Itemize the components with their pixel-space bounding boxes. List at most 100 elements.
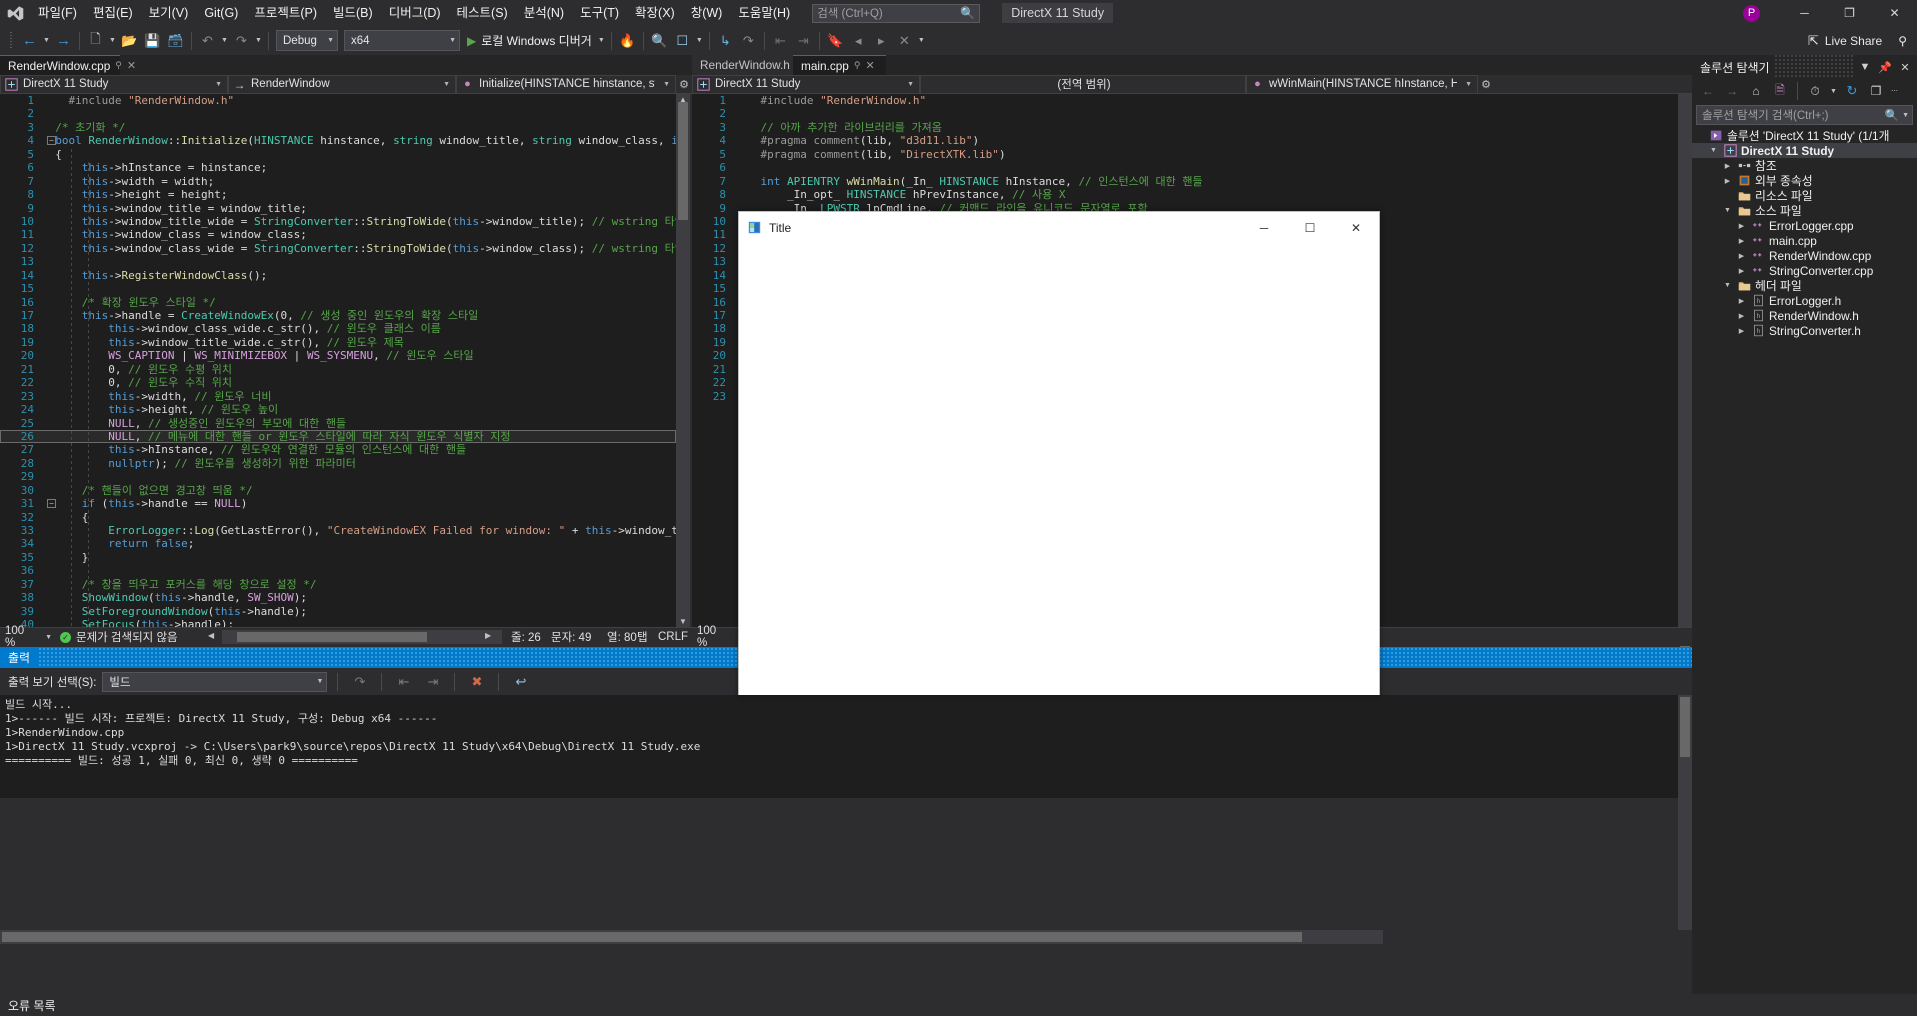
close-icon[interactable]: ✕ (865, 59, 874, 72)
error-list-tab[interactable]: 오류 목록 (0, 994, 1917, 1016)
tab-renderwindow-h[interactable]: RenderWindow.h (692, 55, 793, 75)
outdent-icon[interactable]: ⇤ (769, 29, 792, 52)
code-line[interactable]: 25 NULL, // 생성중인 윈도우의 부모에 대한 핸들 (0, 417, 676, 430)
history-icon[interactable]: ⏱ (1804, 81, 1826, 101)
pin-icon[interactable]: 📌 (1877, 61, 1893, 74)
overflow-icon[interactable]: ⋯ (1889, 80, 1900, 103)
code-line[interactable]: 4 bool RenderWindow::Initialize(HINSTANC… (0, 134, 676, 147)
output-panel-content[interactable]: 빌드 시작... 1>------ 빌드 시작: 프로젝트: DirectX 11… (0, 695, 1692, 798)
code-line[interactable]: 5 { (0, 148, 676, 161)
jump-to-icon[interactable]: ↷ (348, 670, 371, 693)
code-line[interactable]: 13 (0, 255, 676, 268)
bookmark-icon[interactable]: 🔖 (824, 29, 847, 52)
code-line[interactable]: 26 NULL, // 메뉴에 대한 핸들 or 윈도우 스타일에 따라 자식 … (0, 429, 676, 444)
chevron-down-icon[interactable]: ▼ (1722, 282, 1733, 289)
solution-tree-item[interactable]: ▶ h ErrorLogger.h (1692, 293, 1917, 308)
code-line[interactable]: 8 _In_opt_ HINSTANCE hPrevInstance, // 사… (692, 188, 1692, 201)
indent-icon[interactable]: ⇥ (792, 29, 815, 52)
nav-class-select[interactable]: → RenderWindow ▼ (228, 74, 456, 94)
prev-bookmark-icon[interactable]: ◂ (847, 29, 870, 52)
pin-icon[interactable]: ⚲ (115, 60, 122, 71)
nav-scope-select[interactable]: (전역 범위) (920, 74, 1246, 94)
app-maximize-button[interactable]: ☐ (1287, 212, 1333, 243)
zoom-level-select[interactable]: 100 % ▼ (692, 625, 744, 649)
next-icon[interactable]: ⇥ (421, 670, 444, 693)
chevron-right-icon[interactable]: ▶ (1736, 252, 1747, 260)
next-bookmark-icon[interactable]: ▸ (870, 29, 893, 52)
code-line[interactable]: 18 this->window_class_wide.c_str(), // 윈… (0, 322, 676, 335)
code-line[interactable]: 3 /* 초기화 */ (0, 121, 676, 134)
step-into-icon[interactable]: ↳ (714, 29, 737, 52)
code-line[interactable]: 4 #pragma comment(lib, "d3d11.lib") (692, 134, 1692, 147)
directx-app-window[interactable]: Title ─ ☐ ✕ (738, 211, 1380, 695)
solution-explorer-search-input[interactable]: 솔루션 탐색기 검색(Ctrl+;) 🔍 ▼ (1696, 105, 1913, 125)
output-source-select[interactable]: 빌드 ▼ (102, 671, 328, 692)
open-file-icon[interactable]: 📂 (118, 29, 141, 52)
solution-tree-item[interactable]: ▼ 헤더 파일 (1692, 278, 1917, 293)
select-startup-item-dropdown-icon[interactable]: ▼ (694, 29, 705, 52)
output-vertical-scrollbar[interactable] (1678, 695, 1692, 930)
window-close-button[interactable]: ✕ (1872, 0, 1917, 26)
code-line[interactable]: 12 this->window_class_wide = StringConve… (0, 242, 676, 255)
split-window-icon[interactable]: ⚙ (676, 75, 692, 94)
app-minimize-button[interactable]: ─ (1241, 212, 1287, 243)
undo-icon[interactable]: ↶ (196, 29, 219, 52)
step-over-icon[interactable]: ↷ (737, 29, 760, 52)
solution-tree-item[interactable]: 솔루션 'DirectX 11 Study' (1/1개 (1692, 128, 1917, 143)
collapse-region-icon[interactable]: − (47, 499, 56, 509)
close-icon[interactable]: ✕ (127, 59, 136, 72)
menu-help[interactable]: 도움말(H) (730, 1, 798, 25)
clear-bookmarks-icon[interactable]: ✕ (893, 29, 916, 52)
code-line[interactable]: 31 if (this->handle == NULL)− (0, 497, 676, 510)
new-item-icon[interactable]: 🗋 (84, 29, 107, 52)
window-minimize-button[interactable]: ─ (1782, 0, 1827, 26)
code-line[interactable]: 20 WS_CAPTION | WS_MINIMIZEBOX | WS_SYSM… (0, 349, 676, 362)
live-share-button[interactable]: ⇱ Live Share ⚲ (1808, 26, 1907, 55)
left-editor-horizontal-scrollbar[interactable] (222, 630, 502, 644)
menu-edit[interactable]: 편집(E) (85, 1, 141, 25)
forward-icon[interactable]: → (1721, 81, 1743, 101)
menu-git[interactable]: Git(G) (196, 1, 246, 25)
chevron-down-icon[interactable]: ▼ (1722, 207, 1733, 214)
scrollbar-thumb[interactable] (237, 632, 427, 642)
account-avatar[interactable]: P (1743, 4, 1760, 22)
solution-tree-item[interactable]: ▶ h RenderWindow.h (1692, 308, 1917, 323)
solution-configuration-select[interactable]: Debug ▼ (276, 30, 338, 51)
pending-changes-icon[interactable]: 🗎 (1769, 81, 1791, 101)
start-debugging-button[interactable]: ▶ 로컬 Windows 디버거 (463, 29, 596, 52)
code-line[interactable]: 35 } (0, 551, 676, 564)
code-line[interactable]: 1 #include "RenderWindow.h" (0, 94, 676, 107)
tab-main-cpp[interactable]: main.cpp ⚲ ✕ (793, 55, 886, 75)
solution-explorer-tree[interactable]: 솔루션 'DirectX 11 Study' (1/1개 ▼ DirectX 11 … (1692, 128, 1917, 338)
code-line[interactable]: 14 this->RegisterWindowClass(); (0, 269, 676, 282)
navigate-forward-icon[interactable]: → (52, 29, 75, 52)
quick-search-input[interactable]: 검색 (Ctrl+Q) 🔍 (812, 3, 981, 23)
chevron-right-icon[interactable]: ▶ (1722, 177, 1733, 185)
code-line[interactable]: 2 (692, 107, 1692, 120)
search-options-icon[interactable]: ▼ (1899, 112, 1909, 119)
collapse-all-icon[interactable]: ❐ (1865, 81, 1887, 101)
history-dropdown-icon[interactable]: ▼ (1828, 80, 1839, 103)
code-line[interactable]: 37 /* 창을 띄우고 포커스를 해당 창으로 설정 */ (0, 578, 676, 591)
solution-tree-item[interactable]: ▶ StringConverter.cpp (1692, 263, 1917, 278)
clear-all-icon[interactable]: ✖ (465, 670, 488, 693)
chevron-right-icon[interactable]: ▶ (1736, 237, 1747, 245)
chevron-right-icon[interactable]: ▶ (1736, 312, 1747, 320)
chevron-right-icon[interactable]: ▶ (1736, 222, 1747, 230)
left-code-editor[interactable]: 1 #include "RenderWindow.h" 2 3 /* 초기화 */4… (0, 94, 676, 627)
solution-tree-item[interactable]: 리소스 파일 (1692, 188, 1917, 203)
app-close-button[interactable]: ✕ (1333, 212, 1379, 243)
menu-tools[interactable]: 도구(T) (572, 1, 627, 25)
redo-dropdown-icon[interactable]: ▼ (253, 29, 264, 52)
nav-member-select[interactable]: ● Initialize(HINSTANCE hinstance, string… (456, 74, 676, 94)
prev-icon[interactable]: ⇤ (392, 670, 415, 693)
code-line[interactable]: 15 (0, 282, 676, 295)
tab-renderwindow-cpp[interactable]: RenderWindow.cpp ⚲ ✕ (0, 55, 136, 75)
code-line[interactable]: 10 this->window_title_wide = StringConve… (0, 215, 676, 228)
code-line[interactable]: 29 (0, 470, 676, 483)
menu-view[interactable]: 보기(V) (141, 1, 197, 25)
chevron-right-icon[interactable]: ▶ (1736, 327, 1747, 335)
code-line[interactable]: 11 this->window_class = window_class; (0, 228, 676, 241)
pin-icon[interactable]: ⚲ (854, 60, 861, 71)
split-window-icon[interactable]: ⚙ (1478, 75, 1494, 94)
